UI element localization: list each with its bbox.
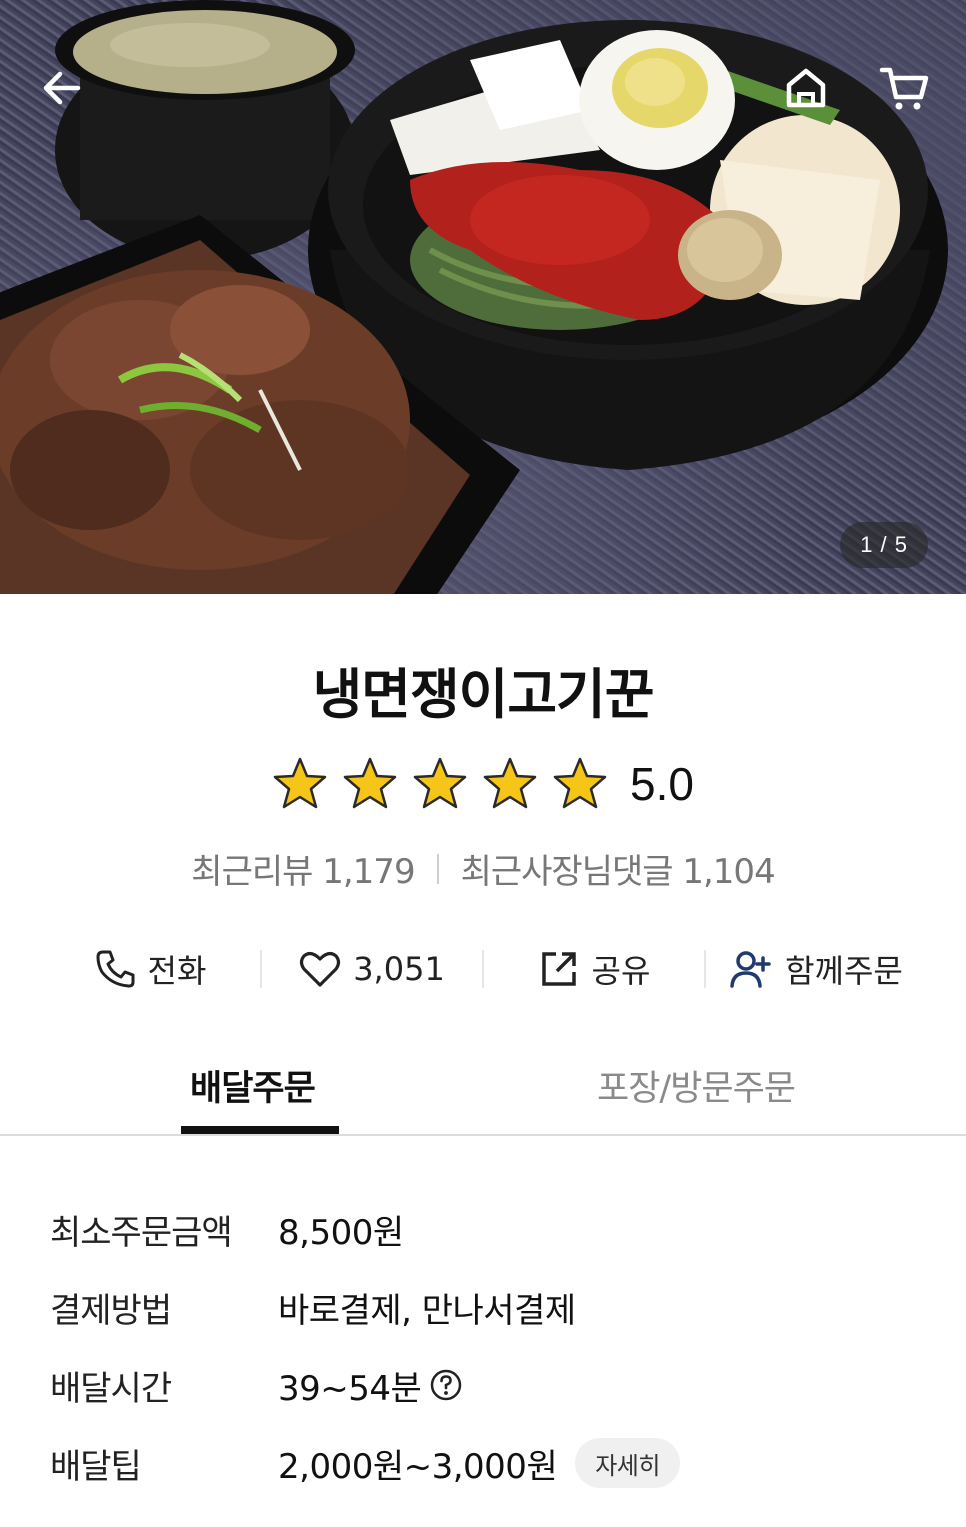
heart-icon bbox=[300, 952, 341, 987]
cart-icon[interactable] bbox=[876, 60, 932, 116]
rating-value: 5.0 bbox=[630, 758, 694, 810]
min-order-label: 최소주문금액 bbox=[50, 1212, 233, 1253]
tab-pickup[interactable]: 포장/방문주문 bbox=[597, 1060, 796, 1111]
star-icon bbox=[553, 757, 607, 809]
delivery-tip-detail-button[interactable]: 자세히 bbox=[575, 1438, 680, 1488]
delivery-tip-value: 2,000원~3,000원 bbox=[278, 1446, 558, 1487]
delivery-time-label: 배달시간 bbox=[50, 1368, 172, 1409]
home-icon[interactable] bbox=[778, 60, 834, 116]
call-label: 전화 bbox=[147, 952, 207, 990]
active-tab-indicator bbox=[181, 1126, 339, 1134]
delivery-time-row: 배달시간 39~54분 bbox=[50, 1346, 930, 1424]
rating-row: 5.0 bbox=[0, 756, 966, 812]
share-icon bbox=[541, 952, 576, 986]
like-button[interactable]: 3,051 bbox=[262, 938, 482, 1000]
store-actions: 전화 3,051 공유 함께주문 bbox=[40, 938, 926, 1000]
delivery-tip-row: 배달팁 2,000원~3,000원 자세히 bbox=[50, 1424, 930, 1502]
owner-replies-count: 1,104 bbox=[682, 852, 775, 892]
delivery-tip-label: 배달팁 bbox=[50, 1446, 142, 1487]
food-photo-carousel[interactable]: 1 / 5 bbox=[0, 0, 966, 594]
back-arrow-icon[interactable] bbox=[34, 60, 90, 116]
carousel-page-indicator: 1 / 5 bbox=[840, 522, 928, 568]
delivery-time-value: 39~54분 bbox=[278, 1368, 422, 1409]
like-count: 3,051 bbox=[353, 950, 445, 988]
group-order-label: 함께주문 bbox=[785, 952, 903, 990]
question-circle-icon[interactable] bbox=[429, 1368, 463, 1402]
share-label: 공유 bbox=[591, 952, 651, 990]
payment-label: 결제방법 bbox=[50, 1290, 172, 1331]
recent-reviews-label: 최근리뷰 bbox=[191, 852, 313, 892]
store-detail-page: 1 / 5 냉면쟁이고기꾼 5.0 최근리뷰 1,179 최근사장님댓글 1,1… bbox=[0, 0, 966, 1527]
order-type-tabs: 배달주문 포장/방문주문 bbox=[0, 1050, 966, 1136]
delivery-info: 최소주문금액 8,500원 결제방법 바로결제, 만나서결제 배달시간 39~5… bbox=[50, 1190, 930, 1502]
tab-delivery[interactable]: 배달주문 bbox=[190, 1060, 316, 1111]
call-button[interactable]: 전화 bbox=[40, 938, 260, 1000]
delivery-time-container: 39~54분 bbox=[278, 1361, 463, 1410]
recent-reviews-count: 1,179 bbox=[322, 852, 415, 892]
star-icon bbox=[413, 757, 467, 809]
share-button[interactable]: 공유 bbox=[484, 938, 704, 1000]
divider bbox=[436, 853, 439, 884]
phone-icon bbox=[96, 950, 135, 988]
min-order-value: 8,500원 bbox=[278, 1212, 404, 1253]
store-name: 냉면쟁이고기꾼 bbox=[312, 663, 655, 726]
delivery-tip-container: 2,000원~3,000원 자세히 bbox=[278, 1438, 680, 1488]
min-order-row: 최소주문금액 8,500원 bbox=[50, 1190, 930, 1268]
payment-value: 바로결제, 만나서결제 bbox=[278, 1290, 576, 1331]
add-person-icon bbox=[730, 951, 771, 988]
star-icon bbox=[273, 757, 327, 809]
recent-reviews-link[interactable]: 최근리뷰 1,179 bbox=[191, 844, 415, 893]
owner-replies-link[interactable]: 최근사장님댓글 1,104 bbox=[460, 844, 776, 893]
payment-row: 결제방법 바로결제, 만나서결제 bbox=[50, 1268, 930, 1346]
review-counts: 최근리뷰 1,179 최근사장님댓글 1,104 bbox=[0, 844, 966, 893]
owner-replies-label: 최근사장님댓글 bbox=[460, 852, 674, 892]
star-icon bbox=[483, 757, 537, 809]
star-icon bbox=[343, 757, 397, 809]
group-order-button[interactable]: 함께주문 bbox=[706, 938, 926, 1000]
